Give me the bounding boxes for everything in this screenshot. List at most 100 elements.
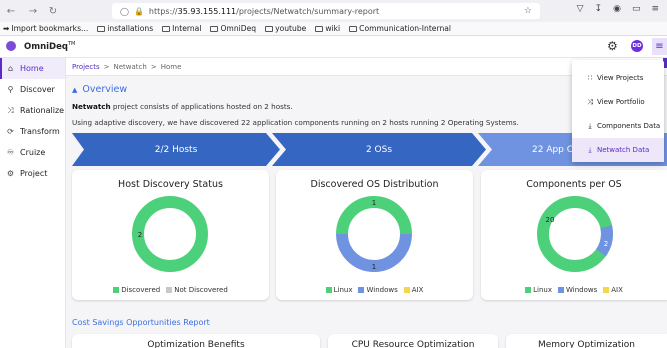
pocket-icon[interactable]: ▽ — [577, 4, 584, 14]
overview-summary: Netwatch project consists of application… — [72, 102, 293, 111]
donut-label-windows: 2 — [604, 240, 608, 248]
chevron-up-icon: ▲ — [72, 85, 78, 94]
memory-optimization-card: Memory Optimization — [506, 334, 667, 348]
donut-slice-linux — [537, 196, 613, 272]
toolbar-right: ▽ ↧ ◉ ▭ ≡ — [577, 4, 659, 14]
hamburger-menu-icon[interactable]: ≡ — [652, 38, 667, 55]
legend: Discovered Not Discovered — [72, 286, 269, 294]
legend-windows: Windows — [358, 286, 398, 294]
legend-linux: Linux — [325, 286, 352, 294]
transform-icon: ⟳ — [7, 127, 14, 136]
home-icon: ⌂ — [7, 64, 14, 73]
legend-windows: Windows — [557, 286, 597, 294]
swatch — [166, 287, 173, 293]
back-icon[interactable]: ← — [4, 6, 18, 17]
account-icon[interactable]: ◉ — [613, 4, 621, 14]
donut-slice-linux-2 — [336, 196, 375, 235]
donut-label-linux: 20 — [546, 216, 555, 224]
download-icon: ⤓ — [588, 121, 592, 130]
menu-item-components-data[interactable]: ⤓ Components Data — [572, 114, 664, 138]
folder-icon — [349, 25, 358, 32]
url-bar[interactable]: ◯ 🔒 https://35.93.155.111/projects/Netwa… — [112, 3, 540, 19]
bookmark-import[interactable]: ➡ Import bookmarks... — [3, 24, 88, 33]
donut-label-discovered: 2 — [138, 231, 142, 239]
app-name: OmniDeqTM — [24, 41, 76, 52]
sidebar-item-rationalize[interactable]: ⤨ Rationalize — [0, 100, 65, 121]
chevron-oss[interactable]: 2 OSs — [272, 133, 486, 166]
overview-toggle[interactable]: ▲ Overview — [72, 84, 127, 95]
swatch — [525, 287, 532, 293]
sidebar: ⌂ Home ⚲ Discover ⤨ Rationalize ⟳ Transform … — [0, 58, 66, 348]
host-discovery-donut: 2 — [132, 196, 208, 272]
swatch — [358, 287, 365, 293]
bookmark-installations[interactable]: installations — [97, 24, 153, 33]
shield-icon: ◯ — [120, 6, 129, 16]
folder-icon — [162, 25, 171, 32]
os-distribution-donut: 1 1 — [336, 196, 412, 272]
bookmark-star-icon[interactable]: ☆ — [524, 6, 532, 16]
cost-savings-title: Cost Savings Opportunities Report — [72, 318, 210, 327]
browser-menu-icon[interactable]: ≡ — [651, 4, 659, 14]
avatar[interactable]: DD — [631, 40, 643, 52]
reload-icon[interactable]: ↻ — [46, 6, 60, 17]
legend-aix: AIX — [403, 286, 423, 294]
donut-slice-linux — [373, 196, 412, 235]
browser-toolbar: ← → ↻ ◯ 🔒 https://35.93.155.111/projects… — [0, 0, 667, 22]
card-title: CPU Resource Optimization — [351, 340, 475, 348]
lock-icon: 🔒 — [133, 6, 144, 16]
cruize-icon: ♾ — [6, 148, 15, 157]
menu-item-view-projects[interactable]: ∷ View Projects — [572, 66, 664, 90]
folder-icon — [210, 25, 219, 32]
sidebar-item-label: Home — [20, 64, 44, 73]
folder-icon — [97, 25, 106, 32]
overview-title: Overview — [82, 84, 128, 95]
sidebar-item-label: Transform — [20, 127, 60, 136]
sidebar-item-discover[interactable]: ⚲ Discover — [0, 79, 65, 100]
os-distribution-card: Discovered OS Distribution 1 1 Linux Win… — [276, 170, 473, 300]
components-donut: 20 2 — [537, 196, 613, 272]
bookmark-omnideq[interactable]: OmniDeq — [210, 24, 256, 33]
legend-discovered: Discovered — [113, 286, 160, 294]
url-prefix: https:// — [148, 6, 178, 16]
chevron-hosts[interactable]: 2/2 Hosts — [72, 133, 280, 166]
bookmark-communication[interactable]: Communication-Internal — [349, 24, 451, 33]
sidebar-item-transform[interactable]: ⟳ Transform — [0, 121, 65, 142]
sidebar-item-label: Cruize — [20, 148, 46, 157]
menu-item-netwatch-data[interactable]: ⤓ Netwatch Data — [572, 138, 664, 162]
sidebar-item-cruize[interactable]: ♾ Cruize — [0, 142, 65, 163]
cpu-optimization-card: CPU Resource Optimization — [328, 334, 498, 348]
downloads-icon[interactable]: ↧ — [595, 4, 603, 14]
sidebar-item-home[interactable]: ⌂ Home — [0, 58, 65, 79]
discover-icon: ⚲ — [7, 85, 14, 94]
optimization-benefits-card: Optimization Benefits — [72, 334, 320, 348]
breadcrumb-separator: > — [150, 62, 157, 71]
portfolio-icon: ⤨ — [587, 97, 593, 106]
legend-not-discovered: Not Discovered — [166, 286, 228, 294]
donut-slice-windows-2 — [600, 225, 613, 235]
extensions-icon[interactable]: ▭ — [632, 4, 641, 14]
sidebar-item-label: Discover — [20, 85, 55, 94]
app-header: OmniDeqTM ⚙ DD ≡ — [0, 36, 667, 58]
breadcrumb-netwatch[interactable]: Netwatch — [113, 63, 146, 71]
settings-gear-icon[interactable]: ⚙ — [607, 39, 618, 53]
swatch — [325, 287, 332, 293]
breadcrumb-projects[interactable]: Projects — [72, 63, 100, 71]
omnideq-logo[interactable] — [6, 41, 16, 51]
menu-item-view-portfolio[interactable]: ⤨ View Portfolio — [572, 90, 664, 114]
import-icon: ➡ — [3, 24, 10, 33]
bookmarks-bar: ➡ Import bookmarks... installations Inter… — [0, 22, 667, 36]
grid-icon: ∷ — [587, 74, 593, 82]
bookmark-internal[interactable]: Internal — [162, 24, 201, 33]
legend-aix: AIX — [603, 286, 623, 294]
sidebar-item-label: Rationalize — [20, 106, 65, 115]
forward-icon[interactable]: → — [26, 6, 40, 17]
legend: Linux Windows AIX — [481, 286, 667, 294]
header-dropdown-menu: ∷ View Projects ⤨ View Portfolio ⤓ Componen… — [572, 60, 664, 162]
donut-label-top: 1 — [372, 199, 376, 207]
bookmark-youtube[interactable]: youtube — [265, 24, 306, 33]
bookmark-wiki[interactable]: wiki — [315, 24, 340, 33]
swatch — [557, 287, 564, 293]
legend: Linux Windows AIX — [276, 286, 473, 294]
sidebar-item-project[interactable]: ⚙ Project — [0, 163, 65, 184]
folder-icon — [315, 25, 324, 32]
